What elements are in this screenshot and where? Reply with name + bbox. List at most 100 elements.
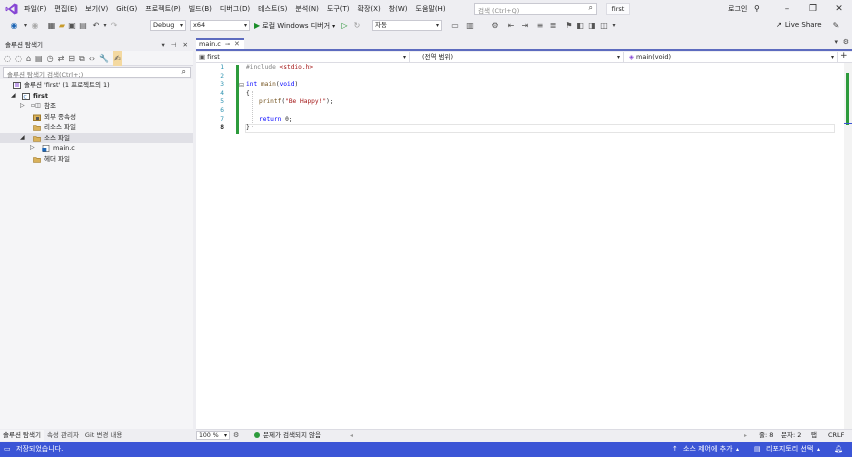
menu-analyze[interactable]: 분석(N) — [291, 0, 323, 18]
tab-solution-explorer[interactable]: 솔루션 탐색기 — [0, 430, 44, 441]
forward-icon[interactable]: ◌ — [15, 51, 22, 66]
tree-item-project[interactable]: ◢ C first — [0, 91, 193, 102]
zoom-dropdown[interactable]: 100 % ▾ — [196, 431, 230, 440]
status-output-icon[interactable]: ▭ — [4, 442, 11, 457]
properties-icon[interactable]: 🔧 — [99, 51, 109, 66]
pending-changes-filter-icon[interactable]: ◷ — [47, 51, 54, 66]
menu-extensions[interactable]: 확장(X) — [354, 0, 385, 18]
menu-edit[interactable]: 편집(E) — [50, 0, 81, 18]
solution-configuration-dropdown[interactable]: Debug ▾ — [150, 20, 186, 31]
prev-bookmark-icon[interactable]: ◧ — [575, 18, 585, 33]
open-file-icon[interactable]: ▰ — [57, 18, 67, 33]
redo-icon[interactable]: ↷ — [109, 18, 119, 33]
scroll-right-icon[interactable]: ▸ — [744, 430, 747, 441]
solution-platform-dropdown[interactable]: x64 ▾ — [190, 20, 250, 31]
visual-studio-logo-icon[interactable] — [5, 3, 18, 15]
menu-build[interactable]: 빌드(B) — [185, 0, 216, 18]
save-all-icon[interactable]: ▤ — [78, 18, 88, 33]
line-indicator[interactable]: 줄: 8 — [759, 430, 773, 441]
split-icon[interactable]: + — [840, 51, 848, 61]
save-icon[interactable]: ▣ — [67, 18, 77, 33]
sync-icon[interactable]: ⇄ — [58, 51, 65, 66]
tree-item-resource-files[interactable]: 리소스 파일 — [0, 122, 193, 133]
pin-preview-icon[interactable]: ✍ — [113, 50, 122, 66]
minimize-button[interactable]: – — [774, 0, 800, 18]
uncomment-icon[interactable]: ≣ — [548, 18, 558, 33]
issues-indicator[interactable]: 문제가 검색되지 않음 — [254, 430, 321, 441]
outdent-icon[interactable]: ⇤ — [506, 18, 516, 33]
tab-main-c[interactable]: main.c ⊸ ✕ — [196, 38, 244, 49]
search-icon[interactable]: ⌕ — [182, 67, 186, 77]
menu-help[interactable]: 도움말(H) — [412, 0, 450, 18]
restore-button[interactable]: ❐ — [800, 0, 826, 18]
search-icon[interactable]: ⌕ — [589, 3, 593, 13]
menu-git[interactable]: Git(G) — [112, 0, 141, 18]
project-dropdown[interactable]: ▣ first ▾ — [196, 52, 410, 63]
preview-icon[interactable]: ‹› — [89, 51, 95, 66]
editor-vertical-scrollbar[interactable] — [844, 63, 852, 429]
scope-dropdown[interactable]: (전역 범위) ▾ — [412, 52, 624, 63]
back-icon[interactable]: ◉ — [7, 18, 21, 33]
settings-icon[interactable]: ⚙ — [843, 38, 849, 46]
menu-window[interactable]: 창(W) — [385, 0, 412, 18]
tab-git-changes[interactable]: Git 변경 내용 — [82, 430, 125, 441]
select-repository-button[interactable]: 리포지토리 선택 — [766, 442, 813, 457]
menu-test[interactable]: 테스트(S) — [254, 0, 291, 18]
tree-item-external-dependencies[interactable]: 외부 종속성 — [0, 112, 193, 123]
account-icon[interactable]: ⚲ — [754, 0, 760, 18]
expanded-arrow-icon[interactable]: ◢ — [20, 133, 25, 144]
collapse-block-icon[interactable]: ⊟ — [239, 82, 244, 89]
line-ending-indicator[interactable]: CRLF — [828, 430, 844, 441]
expanded-arrow-icon[interactable]: ◢ — [11, 91, 16, 102]
close-window-button[interactable]: ✕ — [826, 0, 852, 18]
tab-property-manager[interactable]: 속성 관리자 — [44, 430, 82, 441]
tree-item-source-files[interactable]: ◢ 소스 파일 — [0, 132, 193, 144]
explorer-icon[interactable]: ▭ — [450, 18, 460, 33]
menu-view[interactable]: 보기(V) — [81, 0, 112, 18]
tree-item-header-files[interactable]: 헤더 파일 — [0, 154, 193, 165]
collapsed-arrow-icon[interactable]: ▷ — [30, 143, 35, 154]
clear-bookmarks-icon[interactable]: ◫ — [599, 18, 609, 33]
tab-list-dropdown-icon[interactable]: ▾ — [834, 38, 838, 46]
start-without-debugging-icon[interactable]: ▷ — [340, 18, 349, 33]
menu-file[interactable]: 파일(F) — [20, 0, 50, 18]
indent-icon[interactable]: ⇥ — [520, 18, 530, 33]
live-share-button[interactable]: ↗ Live Share — [776, 18, 822, 33]
intellicode-icon[interactable]: ⚙ — [233, 430, 239, 441]
debug-target-dropdown[interactable]: 자동 ▾ — [372, 20, 442, 31]
pane-controls[interactable]: ▾ ⊣ ✕ — [161, 40, 190, 51]
comment-icon[interactable]: ≡ — [535, 18, 545, 33]
start-debugging-button[interactable]: ▶ 로컬 Windows 디버거 ▾ — [254, 18, 335, 33]
menu-tools[interactable]: 도구(T) — [323, 0, 354, 18]
feedback-icon[interactable]: ✎ — [830, 18, 842, 33]
tree-item-solution[interactable]: 솔루션 'first' (1 프로젝트의 1) — [0, 80, 193, 91]
back-dropdown-icon[interactable]: ▾ — [21, 18, 30, 33]
sign-in-link[interactable]: 로그인 — [728, 0, 747, 18]
collapse-all-icon[interactable]: ⊟ — [68, 51, 75, 66]
solution-explorer-search[interactable]: 솔루션 탐색기 검색(Ctrl+;) ⌕ — [3, 67, 191, 79]
close-icon[interactable]: ✕ — [234, 40, 240, 49]
member-dropdown[interactable]: ◈ main(void) ▾ — [626, 52, 838, 63]
undo-dropdown-icon[interactable]: ▾ — [101, 18, 109, 33]
search-box[interactable]: 검색 (Ctrl+Q) ⌕ — [474, 3, 597, 15]
new-project-icon[interactable]: ▦ — [46, 18, 57, 33]
back-icon[interactable]: ◌ — [4, 51, 11, 66]
bookmark-icon[interactable]: ⚑ — [564, 18, 574, 33]
tab-mode-indicator[interactable]: 탭 — [811, 430, 817, 441]
add-to-source-control-button[interactable]: 소스 제어에 추가 — [683, 442, 733, 457]
menu-project[interactable]: 프로젝트(P) — [141, 0, 184, 18]
home-icon[interactable]: ⌂ — [26, 51, 31, 66]
undo-icon[interactable]: ↶ — [91, 18, 101, 33]
switch-views-icon[interactable]: ▤ — [35, 51, 43, 66]
toolbox-icon[interactable]: ⚙ — [490, 18, 500, 33]
show-all-files-icon[interactable]: ⧉ — [79, 51, 85, 66]
notifications-icon[interactable]: 🔔︎ — [834, 442, 843, 457]
tree-item-references[interactable]: ▷ ▫◫ 참조 — [0, 101, 193, 112]
forward-icon[interactable]: ◉ — [30, 18, 40, 33]
window-layout-icon[interactable]: ▥ — [465, 18, 475, 33]
next-bookmark-icon[interactable]: ◨ — [587, 18, 597, 33]
collapsed-arrow-icon[interactable]: ▷ — [20, 101, 25, 112]
tree-item-main-c[interactable]: ▷ main.c — [0, 143, 193, 154]
toolbar-options-icon[interactable]: ▾ — [610, 18, 618, 33]
menu-debug[interactable]: 디버그(D) — [216, 0, 254, 18]
